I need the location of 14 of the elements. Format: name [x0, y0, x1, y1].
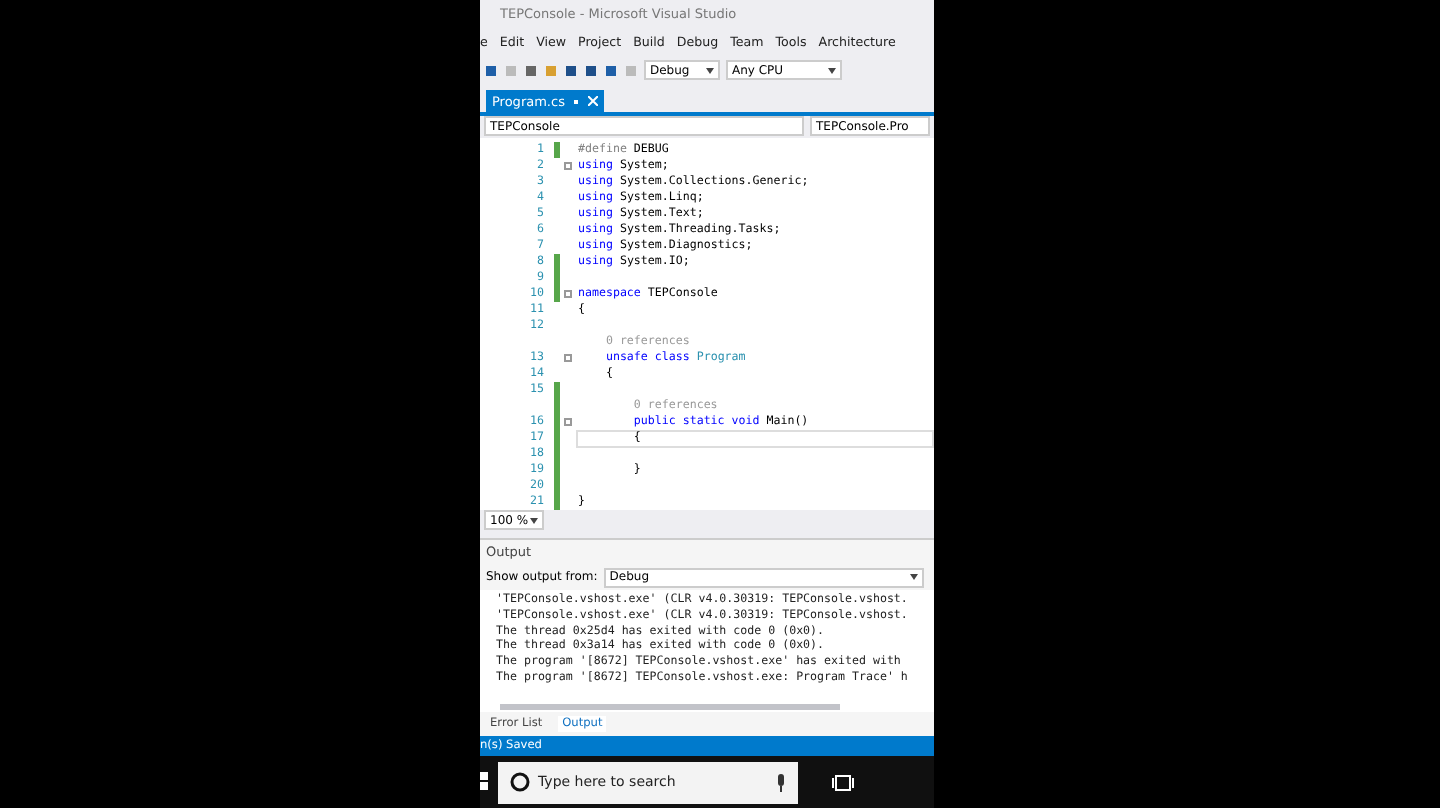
windows-icon[interactable] [480, 772, 488, 792]
fold-icon[interactable] [564, 354, 572, 362]
dropdown-arrow-icon[interactable] [706, 67, 714, 73]
fold-icon[interactable] [564, 162, 572, 170]
fold-icon[interactable] [564, 418, 572, 426]
task-view-icon[interactable] [832, 773, 854, 791]
dropdown-arrow-icon[interactable] [530, 517, 538, 523]
fold-icon[interactable] [564, 290, 572, 298]
dropdown-arrow-icon[interactable] [909, 574, 918, 580]
scrollbar-thumb[interactable] [500, 703, 840, 709]
microphone-icon[interactable] [776, 773, 786, 791]
dropdown-arrow-icon[interactable] [828, 67, 836, 73]
close-icon[interactable] [588, 96, 599, 106]
circle-icon [510, 772, 530, 792]
